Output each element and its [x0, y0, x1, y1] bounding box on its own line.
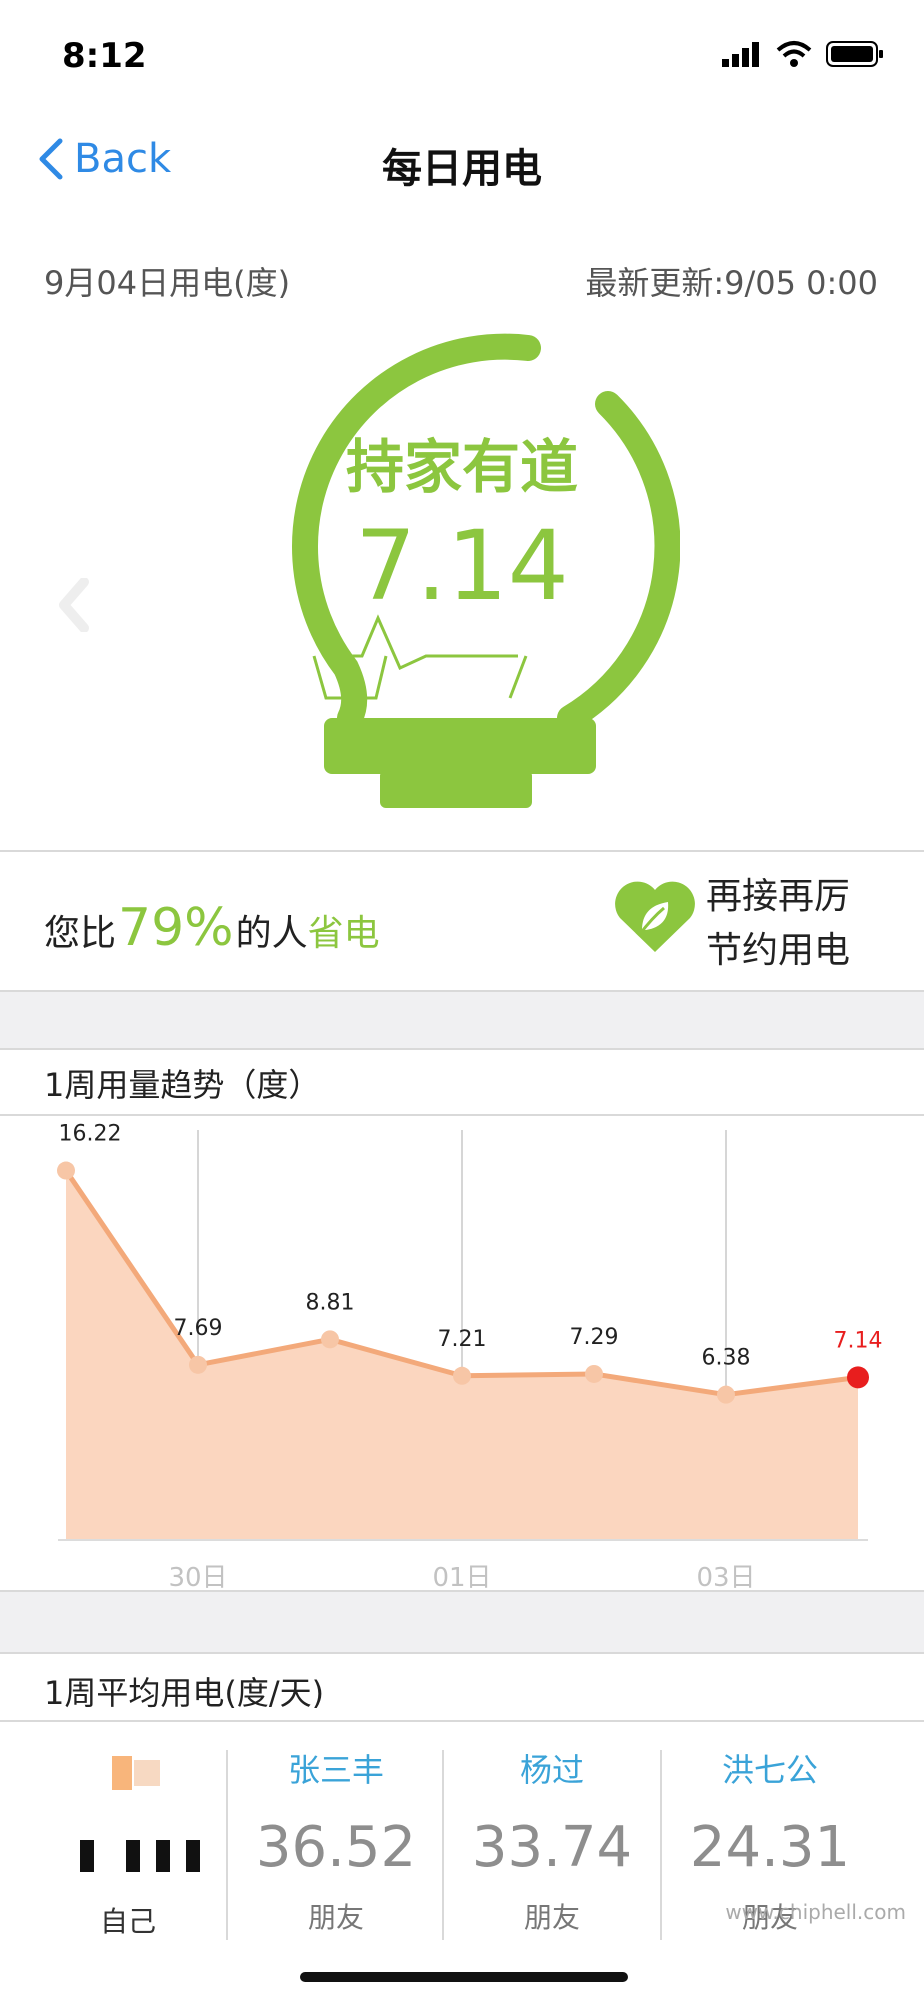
- data-point: [189, 1355, 207, 1374]
- data-label: 7.14: [834, 1328, 883, 1353]
- friend-name[interactable]: 杨过: [444, 1745, 660, 1791]
- data-point: [717, 1385, 735, 1404]
- x-tick-label: 03日: [696, 1563, 755, 1593]
- update-label: 最新更新:9/05 0:00: [585, 264, 878, 302]
- heart-leaf-icon: [615, 881, 695, 952]
- data-point: [57, 1161, 75, 1180]
- data-label: 6.38: [702, 1346, 751, 1371]
- bulb-value: 7.14: [355, 510, 569, 622]
- wifi-icon: [776, 41, 812, 67]
- compare-text: 您比 79% 的人 省电: [44, 898, 380, 958]
- data-point: [453, 1366, 471, 1385]
- friend-label: 朋友: [307, 1901, 364, 1934]
- data-label: 8.81: [306, 1290, 355, 1315]
- trend-title: 1周用量趋势（度）: [44, 1066, 321, 1104]
- divider: [0, 1114, 924, 1116]
- data-point: [585, 1364, 603, 1383]
- encourage-line-1: 再接再厉: [706, 876, 851, 917]
- data-label: 7.29: [570, 1325, 619, 1350]
- battery-icon: [826, 41, 883, 67]
- friend-card[interactable]: 杨过 33.74 朋友: [444, 1745, 660, 1936]
- encourage-text: 再接再厉 节约用电: [706, 870, 850, 978]
- data-point: [847, 1366, 869, 1389]
- friend-label: 朋友: [523, 1901, 580, 1934]
- data-label: 7.69: [174, 1316, 223, 1341]
- home-indicator[interactable]: [300, 1972, 628, 1982]
- friend-name[interactable]: 张三丰: [228, 1745, 444, 1791]
- divider: [0, 850, 924, 852]
- friend-value: 24.31: [689, 1815, 851, 1880]
- compare-prefix: 您比: [44, 913, 117, 954]
- self-value-masked: [80, 1840, 200, 1872]
- signal-icon: [722, 42, 759, 67]
- friend-value: 36.52: [255, 1815, 417, 1880]
- self-avatar: [112, 1756, 168, 1790]
- page-title: 每日用电: [382, 146, 542, 192]
- encourage-line-2: 节约用电: [706, 930, 851, 971]
- divider: [0, 1720, 924, 1722]
- compare-percent: 79%: [118, 898, 234, 958]
- x-tick-label: 30日: [168, 1563, 227, 1593]
- section-spacer: [0, 990, 924, 1050]
- friend-card[interactable]: 张三丰 36.52 朋友: [228, 1745, 444, 1936]
- bulb-title: 持家有道: [345, 433, 578, 501]
- status-time: 8:12: [62, 36, 147, 76]
- compare-suffix: 省电: [307, 913, 380, 954]
- friend-value: 33.74: [471, 1815, 633, 1880]
- data-point: [321, 1330, 339, 1349]
- section-spacer: [0, 1590, 924, 1654]
- data-label: 7.21: [438, 1327, 487, 1352]
- status-icons: [722, 40, 884, 68]
- watermark: www.chiphell.com: [725, 1900, 906, 1924]
- date-label: 9月04日用电(度): [44, 264, 291, 302]
- compare-middle: 的人: [235, 913, 308, 954]
- average-title: 1周平均用电(度/天): [44, 1674, 325, 1712]
- trend-chart: 30日 01日 03日 16.22 7.69 8.81 7.21 7.29 6.38 7.14: [57, 1122, 883, 1593]
- self-label: 自己: [100, 1905, 157, 1938]
- friend-name[interactable]: 洪七公: [662, 1745, 878, 1791]
- x-tick-label: 01日: [432, 1563, 491, 1593]
- data-label: 16.22: [59, 1122, 122, 1147]
